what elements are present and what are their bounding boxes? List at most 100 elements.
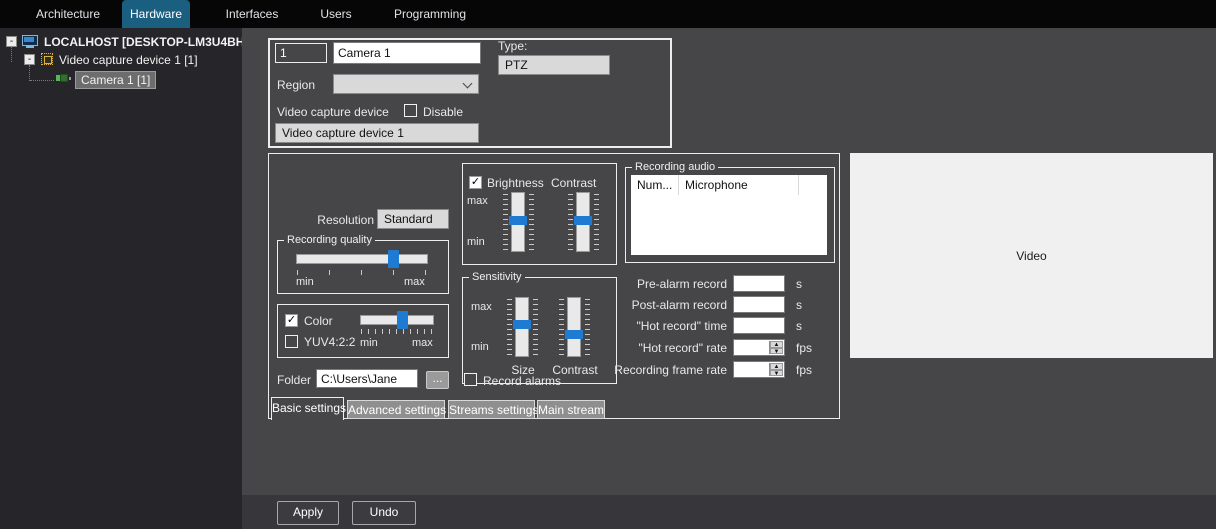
hot-record-time-unit: s bbox=[796, 319, 802, 333]
chevron-down-icon bbox=[462, 78, 473, 89]
top-menu-bar: Architecture Hardware Interfaces Users P… bbox=[0, 0, 1216, 28]
region-label: Region bbox=[277, 78, 316, 92]
resolution-label: Resolution bbox=[317, 213, 374, 227]
brightness-slider-thumb[interactable] bbox=[509, 216, 527, 226]
recording-frame-rate-spinner[interactable]: ▲ ▼ bbox=[769, 363, 783, 377]
contrast-label: Contrast bbox=[551, 176, 597, 190]
tree-expander-root[interactable]: - bbox=[6, 36, 17, 47]
recording-quality-slider-thumb[interactable] bbox=[388, 250, 400, 268]
tab-programming[interactable]: Programming bbox=[382, 0, 478, 28]
spin-down-icon[interactable]: ▼ bbox=[770, 369, 783, 377]
tree-connector bbox=[29, 65, 30, 81]
apply-button[interactable]: Apply bbox=[277, 501, 339, 525]
pre-alarm-unit: s bbox=[796, 277, 802, 291]
color-checkbox[interactable]: ✓ bbox=[285, 314, 298, 327]
tree-item-camera[interactable]: Camera 1 [1] bbox=[75, 71, 157, 89]
tab-users[interactable]: Users bbox=[306, 0, 366, 28]
camera-id-input[interactable] bbox=[275, 43, 327, 63]
tab-streams-settings[interactable]: Streams settings bbox=[448, 400, 538, 419]
audio-col-spacer bbox=[799, 175, 827, 195]
max-label: max bbox=[412, 337, 433, 349]
brightness-label: Brightness bbox=[487, 176, 544, 190]
tree-item-localhost[interactable]: LOCALHOST [DESKTOP-LM3U4BH] bbox=[44, 35, 248, 49]
record-alarms-checkbox[interactable] bbox=[464, 373, 477, 386]
audio-table[interactable]: Num... Microphone bbox=[631, 175, 827, 255]
camera-identity-box: Region Video capture device Disable Vide… bbox=[268, 38, 672, 148]
slider-ticks bbox=[533, 299, 538, 355]
tree-item-capture-device[interactable]: Video capture device 1 [1] bbox=[59, 53, 198, 67]
spin-down-icon[interactable]: ▼ bbox=[770, 347, 783, 355]
recording-quality-slider[interactable] bbox=[296, 250, 428, 268]
size-slider-thumb[interactable] bbox=[513, 320, 531, 330]
post-alarm-input[interactable] bbox=[733, 296, 785, 313]
browse-button[interactable]: ... bbox=[426, 371, 449, 389]
slider-ticks bbox=[507, 299, 512, 355]
hot-record-time-label: "Hot record" time bbox=[636, 319, 727, 333]
contrast-slider-thumb[interactable] bbox=[574, 216, 592, 226]
computer-icon bbox=[22, 35, 38, 48]
yuv-checkbox[interactable] bbox=[285, 335, 298, 348]
settings-box: Resolution Standard Recording quality mi… bbox=[268, 153, 840, 420]
slider-ticks bbox=[503, 194, 508, 250]
app-window: Architecture Hardware Interfaces Users P… bbox=[0, 0, 1216, 529]
undo-button[interactable]: Undo bbox=[352, 501, 416, 525]
region-dropdown[interactable] bbox=[333, 74, 479, 94]
tree-expander-device[interactable]: - bbox=[24, 54, 35, 65]
camera-icon bbox=[56, 74, 71, 82]
folder-label: Folder bbox=[277, 373, 312, 387]
tree-connector bbox=[30, 80, 54, 81]
type-label: Type: bbox=[498, 39, 528, 53]
hot-record-rate-spinner[interactable]: ▲ ▼ bbox=[769, 341, 783, 355]
sensitivity-contrast-slider[interactable] bbox=[565, 297, 583, 357]
recording-frame-rate-unit: fps bbox=[796, 363, 813, 377]
camera-name-input[interactable] bbox=[333, 42, 481, 64]
post-alarm-label: Post-alarm record bbox=[631, 298, 727, 312]
brightness-slider[interactable] bbox=[509, 192, 527, 252]
tab-main-stream[interactable]: Main stream bbox=[537, 400, 605, 419]
sensitivity-group: Sensitivity max min Size Contrast bbox=[462, 271, 617, 384]
hot-record-rate-label: "Hot record" rate bbox=[638, 341, 727, 355]
post-alarm-unit: s bbox=[796, 298, 802, 312]
disable-checkbox[interactable] bbox=[404, 104, 417, 117]
pre-alarm-input[interactable] bbox=[733, 275, 785, 292]
slider-ticks bbox=[297, 270, 429, 275]
recording-audio-group: Recording audio Num... Microphone bbox=[625, 161, 835, 263]
contrast-slider[interactable] bbox=[574, 192, 592, 252]
brightness-contrast-group: ✓ Brightness Contrast max min bbox=[462, 163, 617, 265]
brightness-checkbox[interactable]: ✓ bbox=[469, 176, 482, 189]
type-dropdown[interactable]: PTZ bbox=[498, 55, 610, 75]
sensitivity-size-slider[interactable] bbox=[513, 297, 531, 357]
sensitivity-title: Sensitivity bbox=[472, 271, 522, 283]
audio-col-num: Num... bbox=[631, 175, 679, 195]
folder-input[interactable] bbox=[316, 369, 418, 388]
sensitivity-contrast-slider-thumb[interactable] bbox=[565, 329, 583, 339]
disable-label: Disable bbox=[423, 105, 464, 119]
min-label: min bbox=[296, 276, 314, 288]
recording-frame-rate-input[interactable]: ▲ ▼ bbox=[733, 361, 785, 378]
yuv-label: YUV4:2:2 bbox=[304, 335, 356, 349]
video-preview-label: Video bbox=[1016, 248, 1047, 263]
tab-basic-settings[interactable]: Basic settings bbox=[271, 397, 346, 420]
slider-ticks bbox=[585, 299, 590, 355]
tab-architecture[interactable]: Architecture bbox=[18, 0, 118, 28]
color-slider-thumb[interactable] bbox=[397, 311, 409, 329]
slider-ticks bbox=[568, 194, 573, 250]
max-label: max bbox=[404, 276, 425, 288]
audio-table-header: Num... Microphone bbox=[631, 175, 827, 195]
min-label: min bbox=[360, 337, 378, 349]
hot-record-rate-input[interactable]: ▲ ▼ bbox=[733, 339, 785, 356]
resolution-dropdown[interactable]: Standard bbox=[377, 209, 449, 229]
color-group: ✓ Color YUV4:2:2 min max bbox=[277, 304, 449, 358]
color-slider[interactable] bbox=[360, 311, 434, 329]
action-bar: Apply Undo bbox=[242, 495, 1216, 529]
min-label: min bbox=[471, 341, 489, 353]
pre-alarm-label: Pre-alarm record bbox=[636, 277, 727, 291]
recording-quality-title: Recording quality bbox=[287, 234, 372, 246]
hot-record-time-input[interactable] bbox=[733, 317, 785, 334]
recording-quality-group: Recording quality min max bbox=[277, 234, 449, 294]
tab-hardware[interactable]: Hardware bbox=[122, 0, 190, 28]
capture-device-dropdown[interactable]: Video capture device 1 bbox=[275, 123, 479, 143]
tab-interfaces[interactable]: Interfaces bbox=[212, 0, 292, 28]
tab-advanced-settings[interactable]: Advanced settings bbox=[347, 400, 446, 419]
max-label: max bbox=[467, 195, 488, 207]
